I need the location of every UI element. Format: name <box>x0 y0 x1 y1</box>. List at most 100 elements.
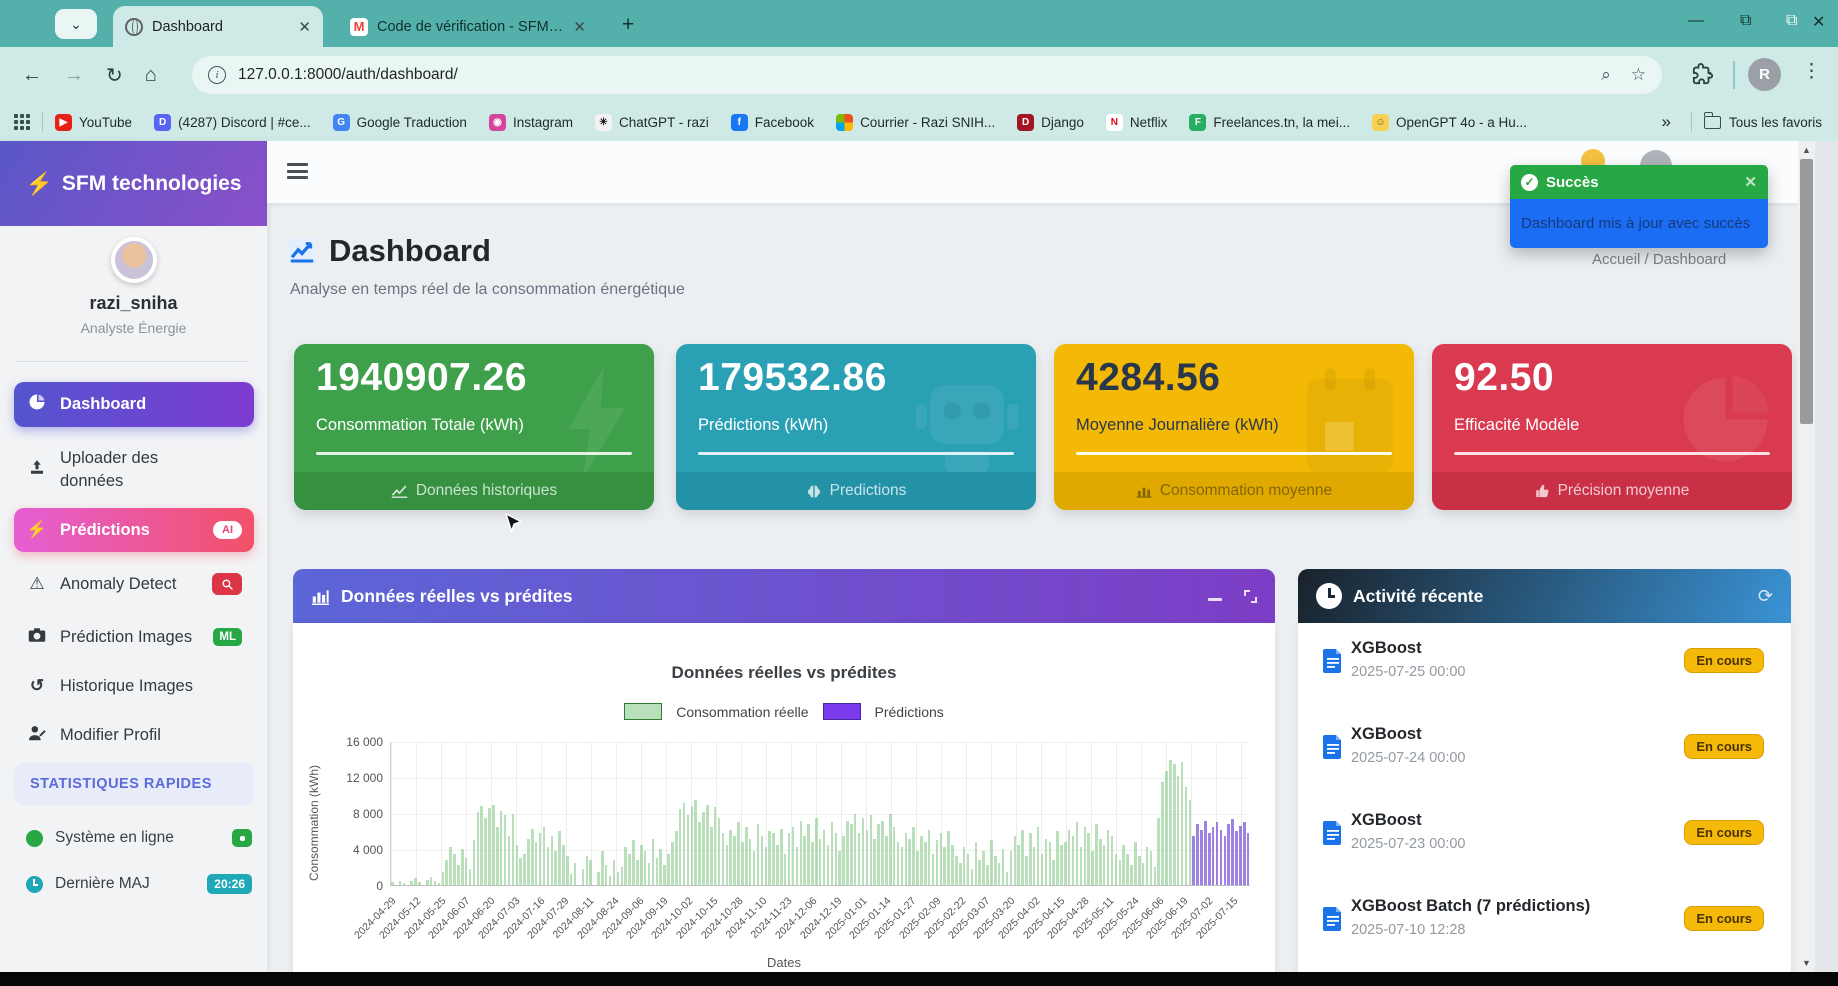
chart-bar <box>586 856 589 885</box>
toast-title: Succès <box>1546 174 1736 191</box>
bookmark-item[interactable]: NNetflix <box>1106 114 1168 131</box>
minimize-window-icon[interactable]: — <box>1688 12 1704 30</box>
sidebar-item-anomaly-detect[interactable]: ⚠ Anomaly Detect <box>14 565 254 603</box>
chart-bar <box>1025 856 1028 885</box>
home-icon[interactable]: ⌂ <box>145 64 157 87</box>
new-tab-button[interactable]: + <box>622 13 634 37</box>
stat-card-daily-average[interactable]: 4284.56 Moyenne Journalière (kWh) Consom… <box>1054 344 1414 510</box>
refresh-icon[interactable]: ⟳ <box>1758 586 1773 607</box>
chart-bar <box>484 818 487 885</box>
bookmark-item[interactable]: GGoogle Traduction <box>333 114 467 131</box>
site-info-icon[interactable]: i <box>208 66 226 84</box>
card-footer[interactable]: Predictions <box>676 472 1036 510</box>
chart-bar <box>1045 839 1048 885</box>
chart-bar <box>500 811 503 885</box>
back-icon[interactable]: ← <box>22 64 42 87</box>
scroll-up-icon[interactable]: ▲ <box>1798 145 1815 155</box>
close-tab-icon[interactable]: ✕ <box>298 18 311 36</box>
bookmark-item[interactable]: FFreelances.tn, la mei... <box>1189 114 1350 131</box>
browser-menu-icon[interactable]: ⋮ <box>1802 60 1821 83</box>
activity-list-item[interactable]: XGBoost2025-07-23 00:00En cours <box>1298 809 1791 879</box>
chart-bar <box>1212 827 1215 885</box>
url-text[interactable]: 127.0.0.1:8000/auth/dashboard/ <box>238 66 1581 84</box>
chart-bar <box>842 836 845 885</box>
chart-bar <box>718 818 721 885</box>
apps-grid-icon[interactable] <box>14 114 30 130</box>
zoom-out-icon[interactable]: ⌕ <box>1601 65 1611 85</box>
tab-verification[interactable]: M Code de vérification - SFMtech ✕ <box>338 6 598 47</box>
bookmark-label: YouTube <box>79 115 132 130</box>
reload-icon[interactable]: ↻ <box>106 63 123 88</box>
chart-bar <box>912 827 915 885</box>
tab-dashboard[interactable]: Dashboard ✕ <box>113 6 323 47</box>
toast-message: Dashboard mis à jour avec succès <box>1510 199 1768 248</box>
sidebar-item-image-history[interactable]: ↺ Historique Images <box>14 668 254 704</box>
stat-card-total-consumption[interactable]: 1940907.26 Consommation Totale (kWh) Don… <box>294 344 654 510</box>
stat-card-model-efficiency[interactable]: 92.50 Efficacité Modèle Précision moyenn… <box>1432 344 1792 510</box>
close-window-icon[interactable]: ✕ <box>1812 12 1825 32</box>
bookmarks-overflow-chevrons[interactable]: » <box>1661 112 1670 132</box>
stat-card-predictions[interactable]: 179532.86 Prédictions (kWh) Predictions <box>676 344 1036 510</box>
chart-bar <box>854 814 857 886</box>
tab-search-chevron-button[interactable]: ⌄ <box>55 9 97 39</box>
bookmark-item[interactable]: ✳ChatGPT - razi <box>595 114 709 131</box>
address-bar[interactable]: i 127.0.0.1:8000/auth/dashboard/ ⌕ ☆ <box>192 56 1662 94</box>
forward-icon[interactable]: → <box>64 64 84 87</box>
bookmark-star-icon[interactable]: ☆ <box>1631 65 1646 85</box>
activity-date: 2025-07-23 00:00 <box>1351 836 1466 852</box>
chart-bar <box>391 882 394 885</box>
card-footer[interactable]: Données historiques <box>294 472 654 510</box>
chart-bar <box>803 836 806 885</box>
bookmark-item[interactable]: ▶YouTube <box>55 114 132 131</box>
collapse-panel-icon[interactable] <box>1208 598 1222 601</box>
chart-bar <box>784 854 787 885</box>
extensions-icon[interactable] <box>1692 63 1714 85</box>
activity-list-item[interactable]: XGBoost Batch (7 prédictions)2025-07-10 … <box>1298 895 1791 965</box>
card-footer[interactable]: Précision moyenne <box>1432 472 1792 510</box>
pie-chart-icon <box>26 393 48 416</box>
bookmarks-list: ▶YouTube D(4287) Discord | #ce... GGoogle … <box>55 114 1549 131</box>
sidebar-item-predictions[interactable]: ⚡ Prédictions AI <box>14 508 254 552</box>
activity-list-item[interactable]: XGBoost2025-07-25 00:00En cours <box>1298 637 1791 707</box>
chart-bar <box>687 815 690 885</box>
chart-bar <box>838 851 841 885</box>
expand-panel-icon[interactable] <box>1244 590 1257 603</box>
card-footer[interactable]: Consommation moyenne <box>1054 472 1414 510</box>
legend-swatch-real <box>624 703 662 720</box>
sidebar-item-edit-profile[interactable]: Modifier Profil <box>14 716 254 754</box>
restore-host-icon[interactable]: ⧉ <box>1786 12 1797 30</box>
scrollbar-thumb[interactable] <box>1800 159 1813 424</box>
page-scrollbar[interactable]: ▲ ▼ <box>1798 141 1815 972</box>
bookmark-item[interactable]: D(4287) Discord | #ce... <box>154 114 311 131</box>
chart-bar <box>1029 833 1032 885</box>
sidebar-item-upload[interactable]: Uploader des données <box>14 438 254 502</box>
chart-bar <box>679 809 682 885</box>
restore-window-icon[interactable]: ⧉ <box>1740 12 1751 30</box>
bookmark-item[interactable]: ☺OpenGPT 4o - a Hu... <box>1372 114 1527 131</box>
activity-list-item[interactable]: XGBoost2025-07-24 00:00En cours <box>1298 723 1791 793</box>
bookmark-item[interactable]: fFacebook <box>731 114 814 131</box>
y-axis-label: Consommation (kWh) <box>307 753 327 893</box>
freelances-icon: F <box>1189 114 1206 131</box>
browser-profile-avatar[interactable]: R <box>1748 58 1781 91</box>
chart-bar <box>1150 851 1153 885</box>
hamburger-menu-icon[interactable] <box>287 163 308 179</box>
close-tab-icon[interactable]: ✕ <box>573 18 586 36</box>
bookmark-item[interactable]: Courrier - Razi SNIH... <box>836 114 995 131</box>
bookmark-label: Courrier - Razi SNIH... <box>860 115 995 130</box>
status-badge: En cours <box>1684 734 1764 759</box>
chart-bar <box>403 883 406 885</box>
bookmark-item[interactable]: ◉Instagram <box>489 114 573 131</box>
bookmark-item[interactable]: DDjango <box>1017 114 1084 131</box>
chart-bar <box>445 860 448 885</box>
scroll-down-icon[interactable]: ▼ <box>1798 958 1815 968</box>
x-axis-label: Dates <box>293 955 1275 970</box>
ai-badge: AI <box>213 521 242 539</box>
sidebar-item-prediction-images[interactable]: Prédiction Images ML <box>14 618 254 656</box>
chart-bar <box>990 840 993 885</box>
sidebar-item-dashboard[interactable]: Dashboard <box>14 382 254 427</box>
chart-bar <box>881 821 884 885</box>
all-favorites-label[interactable]: Tous les favoris <box>1729 115 1822 130</box>
close-toast-icon[interactable]: ✕ <box>1744 173 1757 191</box>
breadcrumb[interactable]: Accueil / Dashboard <box>1592 251 1726 268</box>
